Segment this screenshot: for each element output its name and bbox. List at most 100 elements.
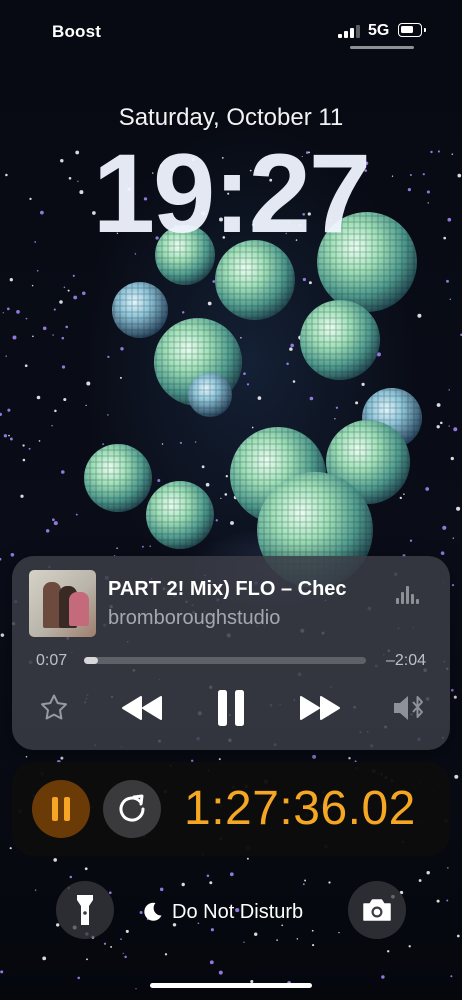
album-artwork[interactable] [29,570,96,637]
playback-scrubber[interactable] [84,657,366,664]
sparkle [215,519,218,522]
sparkle [77,976,80,980]
sparkle [103,942,107,945]
fast-forward-icon [300,696,340,720]
playback-progress [84,657,99,664]
rewind-button[interactable] [118,688,166,728]
track-artist: bromboroughstudio [108,607,281,629]
sparkle [82,291,86,296]
disco-ball [84,444,152,512]
sparkle [7,408,11,412]
fast-forward-button[interactable] [296,688,344,728]
sparkle [240,337,242,339]
sparkle [0,970,4,974]
sparkle [425,487,430,491]
sparkle [86,381,91,386]
sparkle [22,444,25,447]
sparkle [229,872,234,877]
sparkle [85,404,87,407]
sparkle [125,929,129,933]
sparkle [448,389,450,391]
do-not-disturb-label: Do Not Disturb [172,900,304,923]
sparkle [8,434,10,437]
sparkle [179,441,182,444]
sparkle [2,312,4,314]
sparkle [451,583,455,587]
sparkle [436,403,441,407]
stopwatch-reset-button[interactable] [103,780,161,838]
sparkle [440,421,443,425]
sparkle [157,479,161,482]
sparkle [110,945,113,948]
favorite-button[interactable] [36,688,72,728]
sparkle [251,426,254,429]
network-type: 5G [368,22,390,39]
sparkle [36,269,39,272]
pause-button[interactable] [210,688,252,728]
sparkle [450,456,454,461]
sparkle [447,867,449,869]
home-indicator[interactable] [150,983,312,988]
sparkle [5,355,7,357]
sparkle [67,289,70,292]
sparkle [9,847,12,850]
sparkle [84,867,88,871]
audio-output-button[interactable] [388,688,428,728]
sparkle [449,298,452,301]
audio-waveform-icon [396,584,422,604]
sparkle [53,521,58,526]
sparkle [206,874,210,877]
star-icon [41,694,67,720]
sparkle [124,955,127,959]
sparkle [59,300,63,304]
sparkle [205,482,210,487]
sparkle [107,414,109,416]
disco-ball [188,373,232,417]
sparkle [24,364,28,368]
sparkle [218,970,223,975]
pause-icon [52,797,70,821]
sparkle [292,380,296,383]
sparkle [54,409,57,413]
sparkle [53,858,58,862]
reset-icon [119,794,145,822]
sparkle [442,525,447,530]
sparkle [418,879,422,882]
sparkle [450,975,453,978]
camera-button[interactable] [348,881,406,939]
sparkle [102,443,104,445]
sparkle [69,875,73,879]
sparkle [254,932,258,936]
sparkle [42,326,47,331]
flashlight-button[interactable] [56,881,114,939]
sparkle [289,347,293,351]
focus-mode-indicator[interactable]: Do Not Disturb [140,898,303,926]
sparkle [36,395,41,400]
pause-icon [218,690,244,726]
control-center-indicator[interactable] [350,46,414,49]
sparkle [72,274,75,277]
stopwatch-time: 1:27:36.02 [184,782,416,835]
sparkle [290,343,294,348]
sparkle [399,496,402,500]
sparkle [243,372,246,376]
stopwatch-live-activity[interactable]: 1:27:36.02 [12,762,450,856]
sparkle [38,440,41,442]
remaining-time: –2:04 [385,652,426,669]
sparkle [0,557,2,561]
sparkle [122,952,124,955]
signal-icon [338,24,362,38]
sparkle [448,425,450,427]
sparkle [20,494,24,498]
sparkle [120,347,124,351]
stopwatch-pause-button[interactable] [32,780,90,838]
sparkle [286,362,289,366]
sparkle [335,406,339,409]
sparkle [210,928,214,932]
now-playing-widget[interactable]: PART 2! Mix) FLO – Chec bromboroughstudi… [12,556,450,750]
sparkle [328,881,331,884]
sparkle [312,754,317,759]
sparkle [453,427,458,432]
rewind-icon [122,696,162,720]
sparkle [6,307,10,311]
